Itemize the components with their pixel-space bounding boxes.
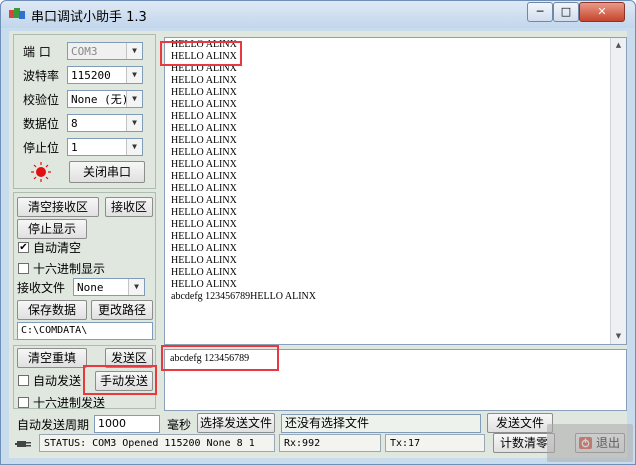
receive-line: HELLO ALINX xyxy=(171,255,237,266)
hex-display-checkbox[interactable] xyxy=(18,263,29,274)
client-area: 端 口 COM3 ▼ 波特率 115200 ▼ 校验位 None (无) ▼ 数… xyxy=(9,31,627,458)
tx-count: Tx:17 xyxy=(385,434,485,452)
title-bar[interactable]: 串口调试小助手 1.3 ─ □ ✕ xyxy=(1,1,635,28)
highlight-box-tx xyxy=(161,345,279,371)
window-title: 串口调试小助手 1.3 xyxy=(31,10,147,25)
receive-area[interactable]: HELLO ALINX HELLO ALINX HELLO ALINX HELLO A… xyxy=(164,37,627,345)
minimize-button[interactable]: ─ xyxy=(527,2,553,22)
rx-file-select[interactable]: None ▼ xyxy=(73,278,145,296)
status-bar: STATUS: COM3 Opened 115200 None 8 1 Rx:9… xyxy=(9,433,627,454)
baud-label: 波特率 xyxy=(23,69,60,83)
receive-line: HELLO ALINX xyxy=(171,183,237,194)
hex-send-label: 十六进制发送 xyxy=(33,396,106,410)
maximize-button[interactable]: □ xyxy=(553,2,579,22)
scroll-up-icon[interactable]: ▲ xyxy=(611,38,626,53)
app-icon xyxy=(9,8,25,19)
receive-line: HELLO ALINX xyxy=(171,207,237,218)
ms-label: 毫秒 xyxy=(167,418,192,432)
close-port-button[interactable]: 关闭串口 xyxy=(69,161,145,183)
port-select[interactable]: COM3 ▼ xyxy=(67,42,143,60)
databits-value: 8 xyxy=(71,117,78,130)
chevron-down-icon: ▼ xyxy=(126,139,142,155)
parity-select[interactable]: None (无) ▼ xyxy=(67,90,143,108)
app-window: 串口调试小助手 1.3 ─ □ ✕ 端 口 COM3 ▼ 波特率 115200 … xyxy=(0,0,636,465)
receive-line: HELLO ALINX xyxy=(171,147,237,158)
chevron-down-icon: ▼ xyxy=(126,43,142,59)
auto-clear-checkbox[interactable]: ✔ xyxy=(18,242,29,253)
parity-label: 校验位 xyxy=(23,93,60,107)
rx-count: Rx:992 xyxy=(279,434,381,452)
stopbits-label: 停止位 xyxy=(23,141,60,155)
auto-clear-label: 自动清空 xyxy=(33,241,82,255)
receive-line: HELLO ALINX xyxy=(171,159,237,170)
rx-area-button[interactable]: 接收区 xyxy=(105,197,153,217)
chevron-down-icon: ▼ xyxy=(126,115,142,131)
receive-line: HELLO ALINX xyxy=(171,75,237,86)
port-status-indicator-icon xyxy=(31,162,51,182)
select-file-button[interactable]: 选择发送文件 xyxy=(197,413,275,433)
port-value: COM3 xyxy=(71,45,98,58)
auto-send-label: 自动发送 xyxy=(33,374,82,388)
receive-line: HELLO ALINX xyxy=(171,87,237,98)
period-label: 自动发送周期 xyxy=(17,418,90,432)
receive-line: abcdefg 123456789HELLO ALINX xyxy=(171,291,316,302)
status-text: STATUS: COM3 Opened 115200 None 8 1 xyxy=(39,434,275,452)
receive-line: HELLO ALINX xyxy=(171,219,237,230)
send-file-button[interactable]: 发送文件 xyxy=(487,413,553,433)
clear-rx-button[interactable]: 清空接收区 xyxy=(17,197,99,217)
receive-scrollbar[interactable]: ▲ ▼ xyxy=(610,38,626,344)
connector-icon xyxy=(15,441,31,447)
period-input[interactable]: 1000 xyxy=(94,415,160,433)
stopbits-value: 1 xyxy=(71,141,78,154)
databits-label: 数据位 xyxy=(23,117,60,131)
receive-line: HELLO ALINX xyxy=(171,111,237,122)
chevron-down-icon: ▼ xyxy=(126,91,142,107)
save-data-button[interactable]: 保存数据 xyxy=(17,300,87,320)
auto-send-checkbox[interactable] xyxy=(18,375,29,386)
parity-value: None (无) xyxy=(71,93,129,106)
highlight-box-send xyxy=(83,365,157,395)
rx-file-label: 接收文件 xyxy=(17,281,66,295)
highlight-box-rx xyxy=(160,41,242,66)
receive-line: HELLO ALINX xyxy=(171,195,237,206)
watermark-overlay xyxy=(547,424,633,462)
change-path-button[interactable]: 更改路径 xyxy=(91,300,153,320)
databits-select[interactable]: 8 ▼ xyxy=(67,114,143,132)
hex-send-checkbox[interactable] xyxy=(18,397,29,408)
baud-select[interactable]: 115200 ▼ xyxy=(67,66,143,84)
rx-file-value: None xyxy=(77,281,104,294)
clear-resend-button[interactable]: 清空重填 xyxy=(17,348,87,368)
count-clear-button[interactable]: 计数清零 xyxy=(493,433,555,453)
scroll-down-icon[interactable]: ▼ xyxy=(611,329,626,344)
receive-line: HELLO ALINX xyxy=(171,231,237,242)
receive-line: HELLO ALINX xyxy=(171,279,237,290)
chevron-down-icon: ▼ xyxy=(128,279,144,295)
receive-line: HELLO ALINX xyxy=(171,243,237,254)
selected-file-field: 还没有选择文件 xyxy=(281,414,481,433)
chevron-down-icon: ▼ xyxy=(126,67,142,83)
stop-display-button[interactable]: 停止显示 xyxy=(17,219,87,239)
save-path-field[interactable]: C:\COMDATA\ xyxy=(17,322,153,340)
receive-line: HELLO ALINX xyxy=(171,99,237,110)
close-button[interactable]: ✕ xyxy=(579,2,625,22)
receive-line: HELLO ALINX xyxy=(171,135,237,146)
receive-line: HELLO ALINX xyxy=(171,171,237,182)
stopbits-select[interactable]: 1 ▼ xyxy=(67,138,143,156)
receive-text: HELLO ALINX HELLO ALINX HELLO ALINX HELLO A… xyxy=(171,39,316,303)
port-label: 端 口 xyxy=(23,45,51,59)
hex-display-label: 十六进制显示 xyxy=(33,262,106,276)
baud-value: 115200 xyxy=(71,69,111,82)
receive-line: HELLO ALINX xyxy=(171,123,237,134)
receive-line: HELLO ALINX xyxy=(171,267,237,278)
